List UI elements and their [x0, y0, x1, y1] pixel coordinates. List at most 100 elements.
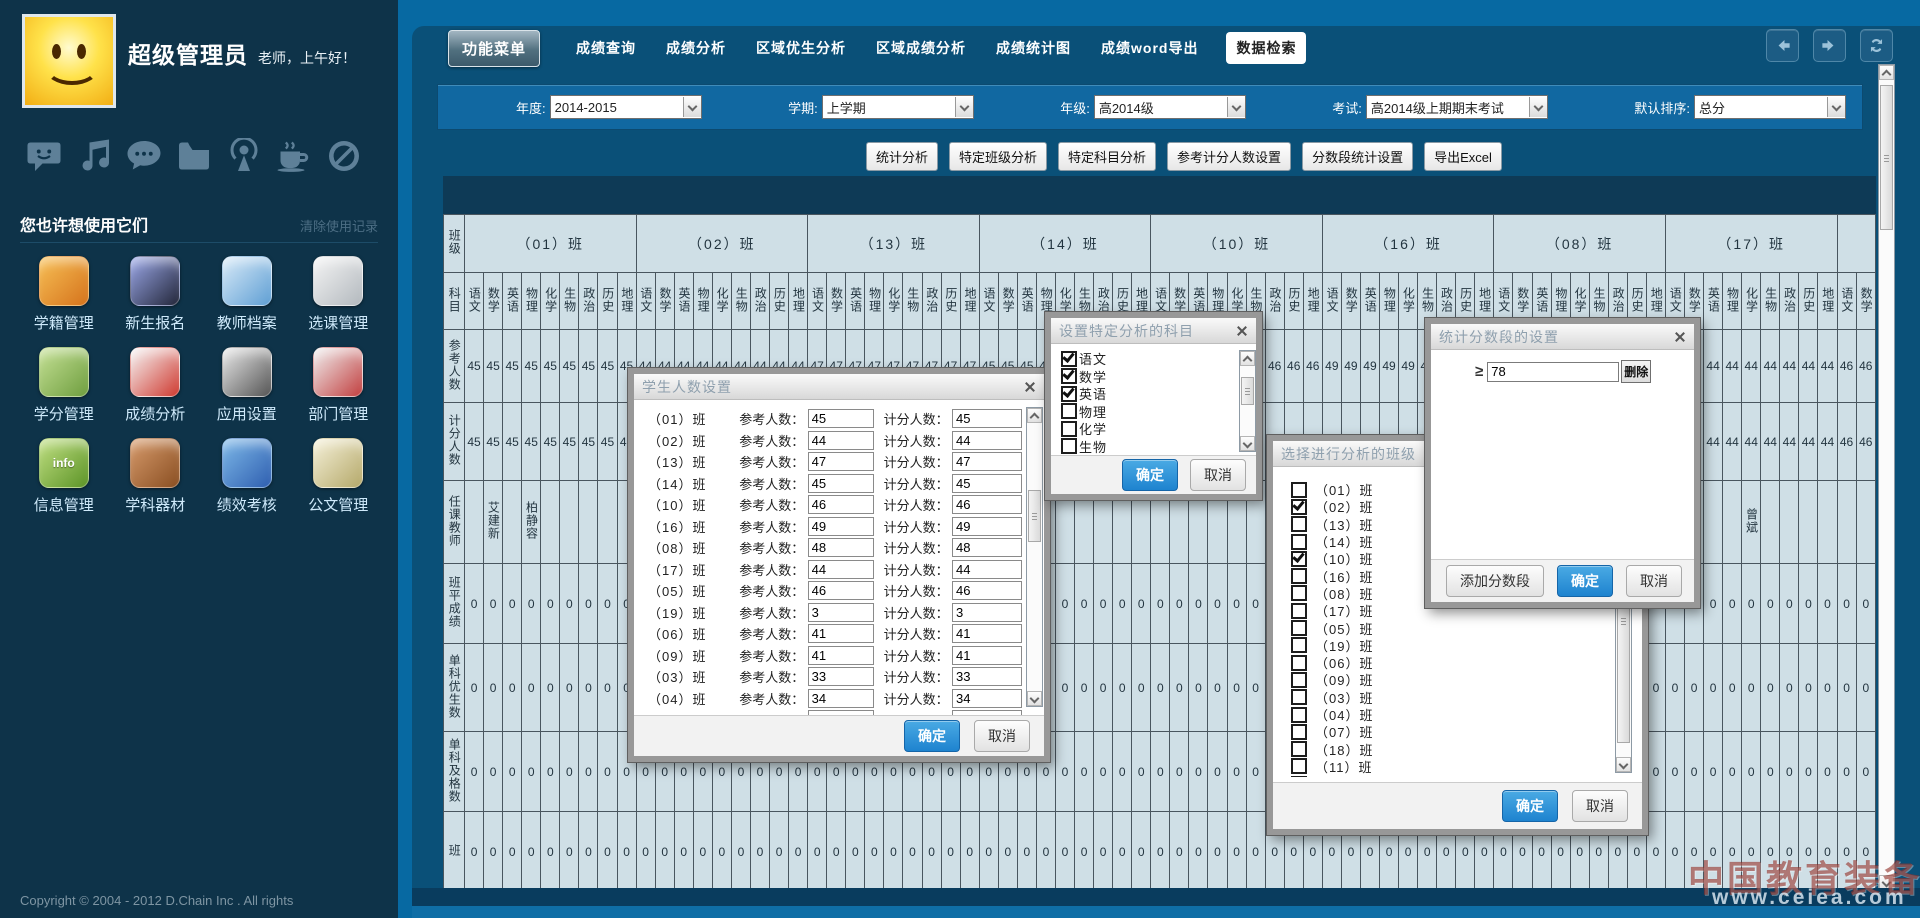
sidebar-app-item[interactable]: 部门管理	[293, 347, 385, 424]
menu-tab[interactable]: 区域成绩分析	[876, 38, 966, 58]
checkbox[interactable]	[1291, 672, 1307, 688]
sidebar-app-item[interactable]: 成绩分析	[110, 347, 202, 424]
ref-count-input[interactable]	[808, 560, 874, 579]
class-checkbox-item[interactable]: （07）班	[1291, 723, 1611, 740]
checkbox[interactable]	[1291, 551, 1307, 567]
subject-checkbox-item[interactable]: 生物	[1061, 438, 1231, 456]
scroll-thumb[interactable]	[1028, 490, 1041, 542]
folder-icon[interactable]	[176, 138, 212, 174]
ref-count-input[interactable]	[808, 517, 874, 536]
filter-select[interactable]: 2014-2015	[550, 95, 702, 119]
sidebar-app-item[interactable]: info信息管理	[18, 438, 110, 515]
add-range-button[interactable]: 添加分数段	[1446, 565, 1544, 597]
class-checkbox-item[interactable]: （05）班	[1291, 619, 1611, 636]
filter-select[interactable]: 高2014级上期期末考试	[1366, 95, 1548, 119]
music-icon[interactable]	[76, 138, 112, 174]
menu-tab[interactable]: 成绩word导出	[1101, 38, 1198, 58]
dialog-titlebar[interactable]: 学生人数设置	[634, 374, 1044, 400]
action-button[interactable]: 分数段统计设置	[1302, 142, 1413, 171]
sidebar-app-item[interactable]: 学科器材	[110, 438, 202, 515]
fin-count-input[interactable]	[952, 603, 1022, 622]
clear-history-link[interactable]: 清除使用记录	[300, 216, 378, 235]
cancel-button[interactable]: 取消	[1190, 459, 1246, 491]
scroll-thumb[interactable]	[1241, 377, 1254, 405]
action-button[interactable]: 参考计分人数设置	[1167, 142, 1291, 171]
checkbox[interactable]	[1291, 724, 1307, 740]
checkbox[interactable]	[1061, 421, 1077, 437]
dialog-titlebar[interactable]: 统计分数段的设置	[1431, 324, 1694, 350]
checkbox[interactable]	[1291, 689, 1307, 705]
checkbox[interactable]	[1291, 637, 1307, 653]
checkbox[interactable]	[1291, 707, 1307, 723]
subject-checkbox-item[interactable]: 化学	[1061, 420, 1231, 438]
fin-count-input[interactable]	[952, 495, 1022, 514]
fin-count-input[interactable]	[952, 667, 1022, 686]
fin-count-input[interactable]	[952, 689, 1022, 708]
ok-button[interactable]: 确定	[1502, 790, 1558, 822]
class-checkbox-item[interactable]: （03）班	[1291, 689, 1611, 706]
class-checkbox-item[interactable]: （06）班	[1291, 654, 1611, 671]
refresh-button[interactable]	[1860, 29, 1893, 62]
ref-count-input[interactable]	[808, 689, 874, 708]
checkbox[interactable]	[1291, 499, 1307, 515]
score-threshold-input[interactable]	[1487, 362, 1619, 382]
ref-count-input[interactable]	[808, 624, 874, 643]
forward-button[interactable]	[1813, 29, 1846, 62]
avatar[interactable]	[22, 14, 116, 108]
sidebar-app-item[interactable]: 公文管理	[293, 438, 385, 515]
fin-count-input[interactable]	[952, 517, 1022, 536]
close-icon[interactable]	[1024, 381, 1036, 393]
ref-count-input[interactable]	[808, 495, 874, 514]
sidebar-app-item[interactable]: 学籍管理	[18, 256, 110, 333]
action-button[interactable]: 统计分析	[866, 142, 938, 171]
dialog-titlebar[interactable]: 设置特定分析的科目	[1051, 318, 1256, 344]
class-checkbox-item[interactable]: （04）班	[1291, 706, 1611, 723]
scroll-down-icon[interactable]	[1240, 436, 1255, 451]
close-icon[interactable]	[1674, 331, 1686, 343]
checkbox[interactable]	[1291, 603, 1307, 619]
fin-count-input[interactable]	[952, 624, 1022, 643]
filter-select[interactable]: 上学期	[822, 95, 974, 119]
ok-button[interactable]: 确定	[904, 720, 960, 752]
sidebar-app-item[interactable]: 选课管理	[293, 256, 385, 333]
class-checkbox-item[interactable]: （19）班	[1291, 637, 1611, 654]
back-button[interactable]	[1766, 29, 1799, 62]
ref-count-input[interactable]	[808, 431, 874, 450]
cancel-button[interactable]: 取消	[974, 720, 1030, 752]
checkbox[interactable]	[1291, 482, 1307, 498]
checkbox[interactable]	[1061, 403, 1077, 419]
sidebar-app-item[interactable]: 学分管理	[18, 347, 110, 424]
class-checkbox-item[interactable]: （12）班	[1291, 775, 1611, 777]
checkbox[interactable]	[1291, 620, 1307, 636]
checkbox[interactable]	[1291, 776, 1307, 777]
comments-icon[interactable]	[126, 138, 162, 174]
fin-count-input[interactable]	[952, 560, 1022, 579]
message-icon[interactable]	[26, 138, 62, 174]
class-checkbox-item[interactable]: （09）班	[1291, 671, 1611, 688]
fin-count-input[interactable]	[952, 538, 1022, 557]
filter-select[interactable]: 总分	[1694, 95, 1846, 119]
checkbox[interactable]	[1061, 368, 1077, 384]
ref-count-input[interactable]	[808, 581, 874, 600]
ref-count-input[interactable]	[808, 474, 874, 493]
sidebar-app-item[interactable]: 教师档案	[201, 256, 293, 333]
scroll-up-icon[interactable]	[1879, 65, 1894, 80]
scroll-up-icon[interactable]	[1240, 351, 1255, 366]
cancel-button[interactable]: 取消	[1626, 565, 1682, 597]
class-checkbox-item[interactable]: （18）班	[1291, 740, 1611, 757]
checkbox[interactable]	[1291, 534, 1307, 550]
ref-count-input[interactable]	[808, 667, 874, 686]
menu-tab[interactable]: 成绩分析	[666, 38, 726, 58]
checkbox[interactable]	[1291, 741, 1307, 757]
checkbox[interactable]	[1291, 655, 1307, 671]
coffee-icon[interactable]	[276, 138, 312, 174]
checkbox[interactable]	[1291, 568, 1307, 584]
checkbox[interactable]	[1061, 386, 1077, 402]
fin-count-input[interactable]	[952, 474, 1022, 493]
sidebar-app-item[interactable]: 绩效考核	[201, 438, 293, 515]
tab-data-search[interactable]: 数据检索	[1226, 32, 1306, 64]
sidebar-app-item[interactable]: 应用设置	[201, 347, 293, 424]
action-button[interactable]: 特定科目分析	[1058, 142, 1156, 171]
checkbox[interactable]	[1061, 351, 1077, 367]
checkbox[interactable]	[1061, 438, 1077, 454]
